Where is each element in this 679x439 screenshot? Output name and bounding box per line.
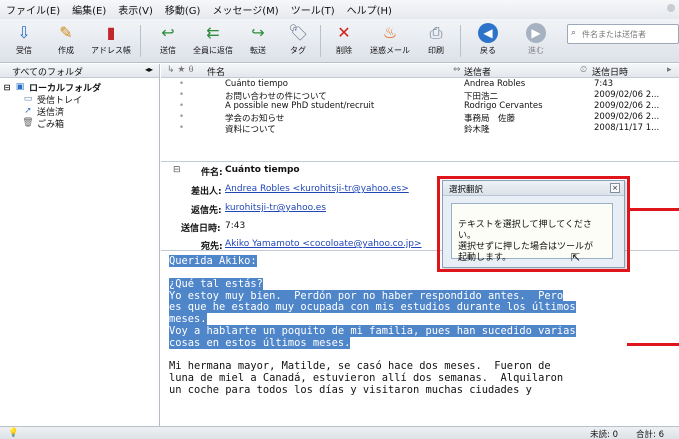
folder-trash[interactable]: 🗑 ごみ箱 (0, 117, 159, 130)
popup-title: 選択翻訳 × (443, 181, 624, 196)
toolbar-divider (320, 25, 321, 57)
list-item[interactable]: • Cuánto tiempo Andrea Robles 7:43 (161, 79, 679, 90)
selected-text: ¿Qué tal estás? Yo estoy muy bien. Perdó… (169, 277, 576, 349)
inbox-icon: ▭ (23, 94, 33, 104)
computer-icon: ▣ (15, 82, 25, 92)
collapse-header-icon[interactable]: ⊟ (173, 165, 181, 175)
unread-count: 未読: 0 (590, 430, 618, 439)
forward-icon: ↪ (251, 23, 265, 42)
reply-to-link[interactable]: kurohitsji-tr@yahoo.es (225, 203, 326, 213)
forward-arrow-icon: ▶ (526, 23, 546, 43)
body-text: Mi hermana mayor, Matilde, se casó hace … (169, 360, 564, 396)
status-bar: 💡 未読: 0 合計: 6 (0, 426, 679, 439)
popup-message: テキストを選択して押してください。 選択せずに押した場合はツールが 起動します。 (451, 203, 613, 263)
to-link[interactable]: Akiko Yamamoto <cocoloate@yahoo.co.jp> (225, 239, 422, 249)
column-date[interactable]: 送信日時 (592, 65, 628, 78)
message-list-header: ↳ ★ ⍬ 件名 ⇔ 送信者 ⏲ 送信日時 ▸ (161, 64, 679, 78)
list-item[interactable]: • 学会のお知らせ 事務局 佐藤 2009/02/06 2... (161, 112, 679, 124)
selected-greeting: Querida Akiko: (169, 255, 257, 267)
from-link[interactable]: Andrea Robles <kurohitsji-tr@yahoo.es> (225, 184, 409, 194)
pencil-icon: ✎ (59, 23, 73, 42)
address-book-button[interactable]: ▮ アドレス帳 (86, 22, 136, 60)
list-item[interactable]: • 資料について 鈴木隆 2008/11/17 1... (161, 123, 679, 135)
delete-button[interactable]: ✕ 削除 (322, 22, 366, 60)
menu-bar: ファイル(E) 編集(E) 表示(V) 移動(G) メッセージ(M) ツール(T… (0, 0, 679, 19)
folder-pane-header: すべてのフォルダ ◂▸ (0, 64, 159, 78)
printer-icon: ⎙ (429, 23, 443, 42)
bulb-icon: 💡 (8, 428, 19, 438)
tag-icon: 🏷 (288, 23, 309, 42)
column-picker-icon[interactable]: ▸ (667, 65, 672, 75)
receive-icon: ⇩ (17, 23, 31, 42)
subject-value: Cuánto tiempo (225, 165, 300, 175)
search-placeholder: 件名または送信者 (582, 30, 646, 39)
collapse-icon[interactable]: ⊟ (3, 83, 11, 92)
annotation-line (627, 343, 679, 346)
total-count: 合計: 6 (636, 430, 664, 439)
popup-close-icon[interactable]: × (610, 183, 620, 193)
print-button[interactable]: ⎙ 印刷 (414, 22, 458, 60)
menu-edit[interactable]: 編集(E) (72, 2, 106, 17)
window-orb-icon (667, 4, 675, 12)
column-from[interactable]: 送信者 (464, 65, 491, 78)
message-body[interactable]: Querida Akiko: ¿Qué tal estás? Yo estoy … (161, 252, 679, 426)
message-list: • Cuánto tiempo Andrea Robles 7:43 • お問い… (161, 79, 679, 135)
tag-button[interactable]: 🏷 タグ (276, 22, 320, 60)
menu-message[interactable]: メッセージ(M) (212, 2, 278, 17)
folder-inbox[interactable]: ▭ 受信トレイ (0, 93, 159, 106)
column-subject[interactable]: 件名 (207, 65, 225, 78)
folder-sent[interactable]: ➚ 送信済 (0, 105, 159, 118)
annotation-line (630, 208, 679, 211)
menu-help[interactable]: ヘルプ(H) (347, 2, 392, 17)
receive-button[interactable]: ⇩ 受信 (2, 22, 46, 60)
list-item[interactable]: • お問い合わせの件について 下田浩二 2009/02/06 2... (161, 90, 679, 102)
back-button[interactable]: ◀ 戻る (466, 22, 510, 60)
toolbar-divider (460, 25, 461, 57)
reply-all-button[interactable]: ⇇ 全員に返信 (188, 22, 238, 60)
back-arrow-icon: ◀ (478, 23, 498, 43)
compose-button[interactable]: ✎ 作成 (44, 22, 88, 60)
date-value: 7:43 (225, 221, 246, 231)
menu-view[interactable]: 表示(V) (118, 2, 153, 17)
sent-icon: ➚ (24, 106, 32, 116)
menu-tools[interactable]: ツール(T) (291, 2, 335, 17)
reply-icon: ↩ (161, 23, 175, 42)
forward-nav-button[interactable]: ▶ 進む (514, 22, 558, 60)
nav-arrows-icon[interactable]: ◂▸ (145, 65, 153, 74)
list-item[interactable]: • A possible new PhD student/recruit Rod… (161, 101, 679, 112)
folder-pane: すべてのフォルダ ◂▸ ⊟ ▣ ローカルフォルダ ▭ 受信トレイ ➚ 送信済 🗑… (0, 64, 160, 426)
search-input[interactable]: ⌕ 件名または送信者 (567, 24, 679, 44)
thread-column-icon[interactable]: ↳ ★ ⍬ (167, 65, 194, 75)
column-date-icon: ⏲ (580, 65, 588, 75)
folder-local[interactable]: ⊟ ▣ ローカルフォルダ (0, 81, 159, 94)
toolbar-divider (140, 25, 141, 57)
column-from-icon: ⇔ (453, 65, 461, 75)
delete-x-icon: ✕ (337, 23, 351, 42)
mouse-cursor-icon: ⇱ (571, 251, 581, 264)
address-book-icon: ▮ (106, 23, 116, 42)
junk-button[interactable]: ♨ 迷惑メール (364, 22, 416, 60)
reply-all-icon: ⇇ (206, 23, 220, 42)
trash-icon: 🗑 (22, 118, 34, 128)
flame-icon: ♨ (382, 23, 398, 42)
translation-popup: 選択翻訳 × テキストを選択して押してください。 選択せずに押した場合はツールが… (442, 180, 625, 268)
menu-go[interactable]: 移動(G) (165, 2, 201, 17)
menu-file[interactable]: ファイル(E) (6, 2, 60, 17)
search-icon: ⌕ (571, 28, 577, 38)
forward-button[interactable]: ↪ 転送 (236, 22, 280, 60)
send-button[interactable]: ↩ 送信 (146, 22, 190, 60)
